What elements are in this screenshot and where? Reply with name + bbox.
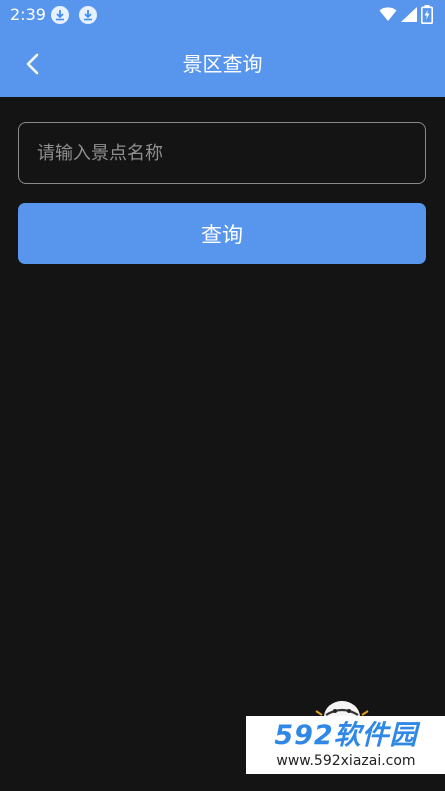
download-icon	[79, 6, 97, 24]
wifi-icon	[379, 7, 397, 21]
app-bar: 2:39 景区查询	[0, 0, 445, 97]
query-button[interactable]: 查询	[18, 203, 426, 264]
status-bar: 2:39	[0, 0, 445, 30]
download-icon	[51, 6, 69, 24]
watermark-badge: 592软件园 www.592xiazai.com	[246, 716, 445, 774]
watermark-url: www.592xiazai.com	[276, 753, 416, 769]
watermark-brand: 592软件园	[274, 720, 418, 751]
search-input[interactable]	[18, 122, 426, 184]
status-time: 2:39	[10, 5, 46, 24]
screen: 2:39 景区查询 请输入景点名称 查询 592软件园 www.592xiaza…	[0, 0, 445, 791]
battery-charging-icon	[421, 5, 433, 24]
watermark: 592软件园 www.592xiazai.com	[246, 697, 445, 791]
status-icons	[379, 5, 435, 25]
page-title: 景区查询	[182, 52, 263, 76]
signal-icon	[401, 7, 417, 22]
